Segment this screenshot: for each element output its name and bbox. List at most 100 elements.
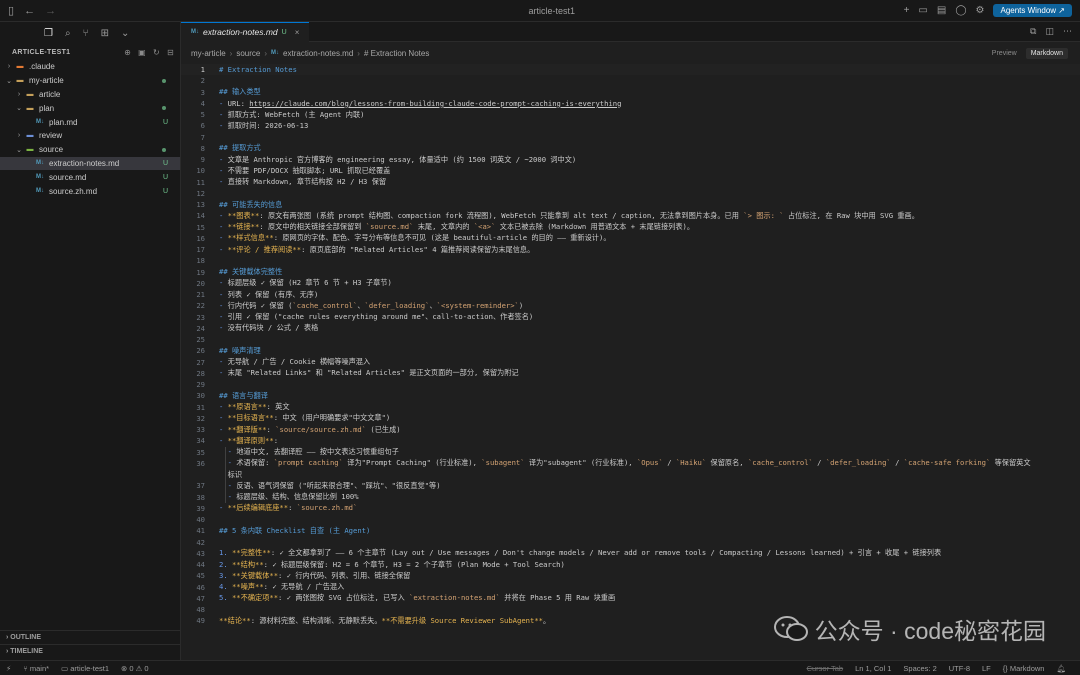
explorer-header[interactable]: ARTICLE-TEST1 ⊕ ▣ ↻ ⊟	[0, 44, 180, 60]
code-line[interactable]: 31 - **原语言**: 英文	[181, 402, 1080, 413]
settings-gear-icon[interactable]: ⚙	[976, 5, 985, 16]
code-line[interactable]: 47 5. **不确定项**: ✓ 两张图按 SVG 占位标注, 已写入 `ext…	[181, 593, 1080, 604]
code-line[interactable]: 5 - 抓取方式: WebFetch (主 Agent 内联)	[181, 109, 1080, 120]
source-control-icon[interactable]: ⑂	[83, 28, 89, 39]
code-line[interactable]: 2	[181, 75, 1080, 86]
code-line[interactable]: 10 - 不需要 PDF/DOCX 抽取脚本; URL 抓取已经覆盖	[181, 165, 1080, 176]
cursor-tab-status[interactable]: Cursor Tab	[807, 664, 844, 673]
code-line[interactable]: 30 ## 语言与翻译	[181, 390, 1080, 401]
encoding[interactable]: UTF-8	[949, 664, 970, 673]
code-line[interactable]: 35 - 地道中文, 去翻译腔 —— 按中文表达习惯重组句子	[181, 446, 1080, 458]
code-line[interactable]: 12	[181, 188, 1080, 199]
line-ending[interactable]: LF	[982, 664, 991, 673]
tree-item[interactable]: M↓ extraction-notes.md U	[0, 156, 180, 171]
search-icon[interactable]: ⌕	[65, 28, 71, 39]
breadcrumb-item[interactable]: source	[236, 49, 260, 58]
tree-item[interactable]: M↓ source.md U	[0, 170, 180, 184]
code-line[interactable]: 27 - 无导航 / 广告 / Cookie 横幅等噪声混入	[181, 357, 1080, 368]
agents-window-button[interactable]: Agents Window ↗	[993, 4, 1072, 17]
code-line[interactable]: 18	[181, 255, 1080, 266]
forward-arrow-icon[interactable]: →	[45, 5, 56, 17]
tree-item[interactable]: › ▬ review	[0, 129, 180, 143]
breadcrumb-item[interactable]: # Extraction Notes	[364, 49, 429, 58]
code-line[interactable]: 39 - **后续编辑底座**: `source.zh.md`	[181, 503, 1080, 514]
back-arrow-icon[interactable]: ←	[24, 5, 35, 17]
code-line[interactable]: 32 - **目标语言**: 中文 (用户明确要求"中文文章")	[181, 413, 1080, 424]
code-line[interactable]: 20 - 标题层级 ✓ 保留 (H2 章节 6 节 + H3 子章节)	[181, 278, 1080, 289]
indentation[interactable]: Spaces: 2	[903, 664, 936, 673]
split-editor-icon[interactable]: ◫	[1045, 26, 1054, 37]
code-line[interactable]: 7	[181, 132, 1080, 143]
code-line[interactable]: 34 - **翻译原则**:	[181, 435, 1080, 446]
code-line[interactable]: 13 ## 可能丢失的信息	[181, 199, 1080, 210]
tree-item[interactable]: ⌄ ▬ source	[0, 143, 180, 157]
code-line[interactable]: 24 - 没有代码块 / 公式 / 表格	[181, 323, 1080, 334]
code-editor[interactable]: 1 # Extraction Notes 2 3 ## 输入类型 4 - URL: http…	[181, 64, 1080, 660]
outline-section[interactable]: › OUTLINE	[0, 630, 181, 644]
tab-extraction-notes[interactable]: M↓ extraction-notes.md U ×	[181, 21, 310, 42]
refresh-icon[interactable]: ↻	[153, 48, 160, 57]
code-line[interactable]: 17 - **评论 / 推荐阅读**: 原页底部的 "Related Articl…	[181, 244, 1080, 255]
code-line[interactable]: 36 - 术语保留: `prompt caching` 译为"Prompt Ca…	[181, 457, 1080, 469]
code-line[interactable]: 29	[181, 379, 1080, 390]
collapse-all-icon[interactable]: ⊟	[167, 48, 174, 57]
code-line[interactable]: 11 - 直接转 Markdown, 章节结构按 H2 / H3 保留	[181, 177, 1080, 188]
code-line[interactable]: 9 - 文章是 Anthropic 官方博客的 engineering essay…	[181, 154, 1080, 165]
code-line[interactable]: 38 - 标题层级、结构、信息保留比例 100%	[181, 491, 1080, 503]
code-line[interactable]: 8 ## 提取方式	[181, 143, 1080, 154]
account-icon[interactable]: ◯	[955, 5, 966, 16]
cursor-position[interactable]: Ln 1, Col 1	[855, 664, 891, 673]
remote-icon[interactable]: ⚡	[6, 664, 11, 673]
code-line[interactable]: 6 - 抓取时间: 2026-06-13	[181, 120, 1080, 131]
code-line[interactable]: 15 - **链接**: 原文中的相关链接全部保留到 `source.md` 末尾…	[181, 222, 1080, 233]
panel-icon[interactable]: ▤	[937, 5, 946, 16]
code-line[interactable]: 标识	[181, 469, 1080, 481]
code-line[interactable]: 14 - **图表**: 原文有两张图 (系统 prompt 结构图、compac…	[181, 210, 1080, 221]
tree-item[interactable]: ⌄ ▬ my-article	[0, 74, 180, 88]
code-line[interactable]: 3 ## 输入类型	[181, 87, 1080, 98]
tree-item[interactable]: M↓ source.zh.md U	[0, 184, 180, 198]
breadcrumb-item[interactable]: extraction-notes.md	[283, 49, 353, 58]
close-icon[interactable]: ×	[295, 28, 300, 37]
extensions-icon[interactable]: ⊞	[101, 28, 109, 39]
code-line[interactable]: 1 # Extraction Notes	[181, 64, 1080, 76]
code-line[interactable]: 26 ## 噪声清理	[181, 345, 1080, 356]
language-mode[interactable]: {} Markdown	[1003, 664, 1045, 673]
code-line[interactable]: 22 - 行内代码 ✓ 保留 (`cache_control`、`defer_lo…	[181, 300, 1080, 311]
code-line[interactable]: 4 - URL: https://claude.com/blog/lessons-…	[181, 98, 1080, 109]
new-file-icon[interactable]: ⊕	[124, 48, 131, 57]
new-icon[interactable]: +	[904, 5, 910, 16]
compare-icon[interactable]: ⧉	[1030, 26, 1036, 37]
code-line[interactable]: 43 1. **完整性**: ✓ 全文都拿到了 —— 6 个主章节 (Lay ou…	[181, 548, 1080, 559]
code-line[interactable]: 40	[181, 514, 1080, 525]
tree-item[interactable]: ⌄ ▬ plan	[0, 101, 180, 115]
code-line[interactable]: 28 - 末尾 "Related Links" 和 "Related Articl…	[181, 368, 1080, 379]
tree-item[interactable]: M↓ plan.md U	[0, 115, 180, 129]
code-line[interactable]: 42	[181, 537, 1080, 548]
code-line[interactable]: 46 4. **噪声**: ✓ 无导航 / 广告混入	[181, 582, 1080, 593]
code-line[interactable]: 45 3. **关键载体**: ✓ 行内代码、列表、引用、链接全保留	[181, 570, 1080, 581]
code-line[interactable]: 41 ## 5 条内联 Checklist 自查 (主 Agent)	[181, 525, 1080, 536]
code-line[interactable]: 19 ## 关键载体完整性	[181, 267, 1080, 278]
breadcrumb-item[interactable]: my-article	[191, 49, 226, 58]
code-line[interactable]: 16 - **样式信息**: 原网页的字体、配色、字号分布等信息不可见 (这是 b…	[181, 233, 1080, 244]
tree-item[interactable]: › ▬ .claude	[0, 60, 180, 74]
explorer-files-icon[interactable]: ❐	[44, 28, 53, 39]
notifications-bell-icon[interactable]: 🔔︎	[1056, 664, 1066, 673]
chevron-down-icon[interactable]: ⌄	[121, 28, 129, 39]
tree-item[interactable]: › ▬ article	[0, 88, 180, 102]
code-line[interactable]: 23 - 引用 ✓ 保留 ("cache rules everything aro…	[181, 312, 1080, 323]
new-folder-icon[interactable]: ▣	[138, 48, 146, 57]
problems-indicator[interactable]: ⊗ 0 ⚠ 0	[121, 664, 149, 673]
more-actions-icon[interactable]: ⋯	[1063, 26, 1072, 37]
branch-indicator[interactable]: ⑂ main*	[23, 664, 49, 673]
code-line[interactable]: 21 - 列表 ✓ 保留 (有序、无序)	[181, 289, 1080, 300]
layout-icon[interactable]: ▭	[918, 5, 927, 16]
code-line[interactable]: 44 2. **结构**: ✓ 标题层级保留: H2 = 6 个章节, H3 = …	[181, 559, 1080, 570]
code-line[interactable]: 25	[181, 334, 1080, 345]
code-line[interactable]: 33 - **翻译版**: `source/source.zh.md` (已生成)	[181, 424, 1080, 435]
markdown-toggle[interactable]: Markdown	[1025, 47, 1068, 59]
project-indicator[interactable]: ▭ article-test1	[61, 664, 109, 673]
code-line[interactable]: 37 - 反语、语气词保留 ("听起来很合理"、"踩坑"、"很反直觉"等)	[181, 480, 1080, 492]
toggle-sidebar-icon[interactable]: ▯	[8, 4, 14, 17]
